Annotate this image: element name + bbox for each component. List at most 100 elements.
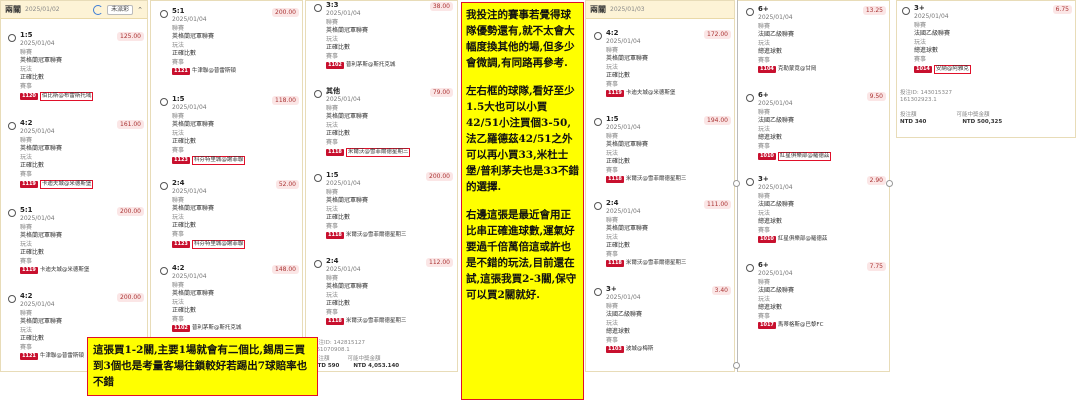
bet-date: 2025/01/04	[914, 12, 949, 20]
select-radio[interactable]	[594, 118, 602, 126]
league-label: 聯賽	[758, 109, 771, 116]
bet-entry: 6+ 2025/01/04 聯賽 法國乙級聯賽 玩法 總進球數 賽事 1010 紅星俱樂部@羅德…	[746, 91, 888, 161]
play-type: 總進球數	[606, 327, 631, 335]
bet-amount-badge: 52.00	[275, 180, 299, 189]
play-type: 正確比數	[20, 73, 45, 81]
play-label: 玩法	[172, 130, 185, 137]
match-name[interactable]: 米爾沃@雪菲爾德星期三	[346, 318, 407, 326]
play-label: 玩法	[20, 66, 33, 73]
unsettled-button[interactable]: 未派彩	[107, 4, 134, 15]
select-radio[interactable]	[902, 7, 910, 15]
league-label: 聯賽	[326, 275, 339, 282]
select-radio[interactable]	[746, 8, 754, 16]
select-radio[interactable]	[314, 90, 322, 98]
stake-label: 投注額	[900, 112, 917, 118]
select-radio[interactable]	[746, 264, 754, 272]
match-name[interactable]: 普利茅斯@斯托克城	[192, 325, 242, 333]
select-radio[interactable]	[746, 94, 754, 102]
match-name[interactable]: 卡迪夫城@米德斯堡	[626, 90, 676, 98]
league-name: 法國乙級聯賽	[758, 286, 795, 294]
bet-entry: 3+ 2025/01/04 聯賽 法國乙級聯賽 玩法 總進球數 賽事 1010 紅星俱樂部@羅德…	[746, 175, 888, 244]
annotation-paragraph: 右邊這張是最近會用正比串正確進球數,運氣好要過千倍萬倍這或許也是不錯的玩法,目前…	[466, 209, 577, 301]
league-name: 英格蘭冠軍聯賽	[326, 282, 369, 290]
match-name[interactable]: 安納@阿雅克	[933, 64, 971, 74]
league-name: 英格蘭冠軍聯賽	[20, 317, 63, 325]
select-radio[interactable]	[314, 174, 322, 182]
league-name: 法國乙級聯賽	[758, 200, 795, 208]
select-radio[interactable]	[314, 260, 322, 268]
play-type: 總進球數	[758, 47, 783, 55]
match-name[interactable]: 紅星俱樂部@羅德茲	[777, 151, 832, 161]
match-name[interactable]: 波城@梅斯	[626, 346, 654, 354]
select-radio[interactable]	[314, 4, 322, 12]
select-radio[interactable]	[160, 98, 168, 106]
bet-entry: 4:2 2025/01/04 聯賽 英格蘭冠軍聯賽 玩法 正確比數 賽事 1119 卡迪夫城@米…	[8, 119, 146, 189]
bet-amount-badge: 161.00	[117, 120, 144, 129]
bet-entry: 1:5 2025/01/04 聯賽 英格蘭冠軍聯賽 玩法 正確比數 賽事 1118 米爾沃@雪菲…	[314, 171, 455, 240]
slip-header: 兩關 2025/01/02 未派彩 ⌃	[1, 1, 147, 19]
bet-id-sub: 161070908.1	[313, 347, 350, 353]
annotation-paragraph: 我投注的賽事若覺得球隊優勢還有,就不太會大幅度換其他的場,但多少會微調,有同路再…	[466, 9, 575, 69]
match-name[interactable]: 普利茅斯@斯托克城	[346, 62, 396, 70]
league-name: 英格蘭冠軍聯賽	[606, 140, 649, 148]
bet-entry: 2:4 2025/01/04 聯賽 英格蘭冠軍聯賽 玩法 正確比數 賽事 1118 米爾沃@雪菲…	[594, 199, 733, 268]
match-name[interactable]: 牛津聯@普雷斯頓	[192, 68, 236, 76]
chevron-up-icon[interactable]: ⌃	[137, 6, 143, 14]
match-name[interactable]: 米爾沃@雪菲爾德星期三	[626, 176, 687, 184]
play-label: 玩法	[326, 206, 339, 213]
bet-entry: 1:5 2025/01/04 聯賽 英格蘭冠軍聯賽 玩法 正確比數 賽事 1120 伯比斯@布雷…	[8, 31, 146, 101]
league-label: 聯賽	[606, 303, 619, 310]
match-name[interactable]: 紅星俱樂部@羅德茲	[778, 236, 828, 244]
match-name[interactable]: 米爾沃@雪菲爾德星期三	[626, 260, 687, 268]
select-radio[interactable]	[594, 202, 602, 210]
match-id-badge: 1121	[172, 67, 190, 75]
select-radio[interactable]	[160, 267, 168, 275]
resize-handle[interactable]	[733, 180, 740, 187]
match-id-badge: 1102	[326, 61, 344, 69]
league-label: 聯賽	[20, 137, 33, 144]
select-radio[interactable]	[8, 122, 16, 130]
select-radio[interactable]	[8, 209, 16, 217]
match-name[interactable]: 馬蒂格斯@巴黎FC	[778, 322, 824, 330]
league-name: 法國乙級聯賽	[606, 310, 643, 318]
bet-amount-badge: 194.00	[704, 116, 731, 125]
league-name: 英格蘭冠軍聯賽	[172, 32, 215, 40]
match-name[interactable]: 克勒蒙竟@甘岡	[778, 66, 817, 74]
match-id-badge: 1014	[914, 65, 932, 73]
match-name[interactable]: 卡迪夫城@米德斯堡	[39, 179, 94, 189]
match-name[interactable]: 米爾沃@雪菲爾德星期三	[345, 147, 411, 157]
bet-entry: 3:3 2025/01/04 聯賽 英格蘭冠軍聯賽 玩法 正確比數 賽事 1102 普利茅斯@斯…	[314, 1, 455, 70]
bet-id-label: 投注ID:	[900, 90, 919, 96]
match-name[interactable]: 米爾沃@雪菲爾德星期三	[346, 232, 407, 240]
refresh-icon[interactable]	[93, 4, 104, 15]
stake-value: NTD 340	[900, 119, 927, 125]
match-name[interactable]: 卡迪夫城@米德斯堡	[40, 267, 90, 275]
bet-entry: 2:4 2025/01/04 聯賽 英格蘭冠軍聯賽 玩法 正確比數 賽事 1118 米爾沃@雪菲…	[314, 257, 455, 326]
league-name: 英格蘭冠軍聯賽	[172, 289, 215, 297]
league-name: 英格蘭冠軍聯賽	[326, 26, 369, 34]
match-name[interactable]: 伯比斯@布雷斯托域	[39, 91, 94, 101]
resize-handle[interactable]	[733, 362, 740, 369]
slip-date: 2025/01/02	[25, 6, 60, 13]
match-id-badge: 1102	[172, 324, 190, 332]
match-name[interactable]: 科芬特里城@謝菲聯	[191, 155, 246, 165]
play-label: 玩法	[20, 154, 33, 161]
slip-title: 兩關	[5, 5, 21, 14]
match-label: 賽事	[20, 171, 33, 178]
play-type: 正確比數	[20, 248, 45, 256]
match-name[interactable]: 科芬特里城@謝菲聯	[191, 239, 246, 249]
bet-id-sub: 161302923.1	[900, 97, 937, 103]
select-radio[interactable]	[160, 10, 168, 18]
select-radio[interactable]	[746, 178, 754, 186]
select-radio[interactable]	[8, 295, 16, 303]
bet-amount-badge: 111.00	[704, 200, 731, 209]
slip-title: 兩關	[590, 5, 606, 14]
play-type: 正確比數	[326, 43, 351, 51]
bet-amount-badge: 200.00	[117, 293, 144, 302]
select-radio[interactable]	[8, 34, 16, 42]
select-radio[interactable]	[594, 32, 602, 40]
match-name[interactable]: 牛津聯@普雷斯頓	[40, 353, 84, 361]
match-label: 賽事	[326, 139, 339, 146]
select-radio[interactable]	[160, 182, 168, 190]
select-radio[interactable]	[594, 288, 602, 296]
